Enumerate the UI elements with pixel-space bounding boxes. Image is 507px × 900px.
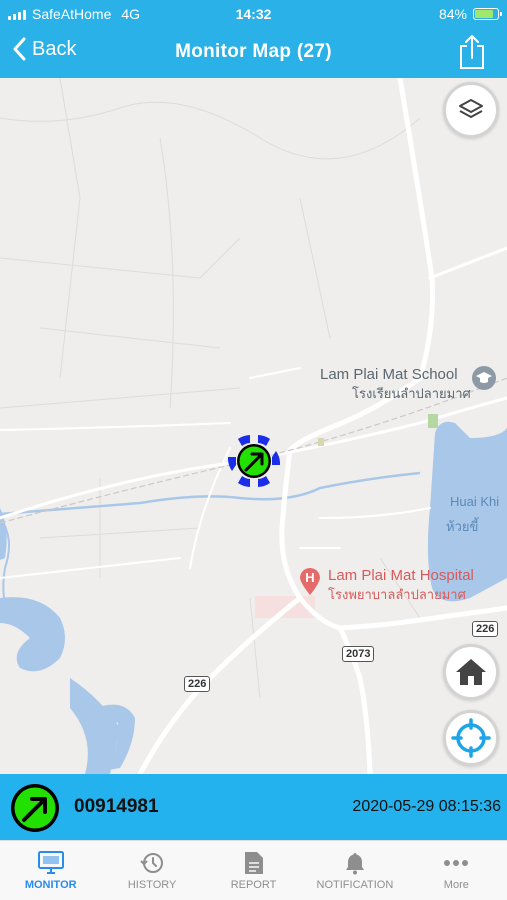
tab-report[interactable]: REPORT — [203, 841, 304, 900]
battery-icon — [473, 8, 502, 20]
water-name-th: ห้วยขี้ — [446, 519, 479, 534]
history-icon — [140, 853, 164, 873]
report-icon — [244, 852, 263, 874]
hospital-poi[interactable]: Lam Plai Mat Hospital โรงพยาบาลลำปลายมาศ — [328, 567, 474, 605]
locate-button[interactable] — [443, 710, 499, 766]
hospital-marker-letter: H — [305, 570, 315, 585]
monitor-icon — [37, 851, 64, 874]
status-time: 14:32 — [235, 6, 272, 22]
school-name-th: โรงเรียนลำปลายมาศ — [352, 386, 471, 401]
map-base — [0, 78, 507, 774]
vehicle-info-bar[interactable]: 00914981 2020-05-29 08:15:36 — [0, 774, 507, 840]
crosshair-icon — [451, 718, 491, 758]
tab-monitor[interactable]: MONITOR — [0, 841, 101, 900]
map-view[interactable]: Lam Plai Mat School โรงเรียนลำปลายมาศ H … — [0, 78, 507, 774]
vehicle-id: 00914981 — [74, 796, 159, 817]
home-button[interactable] — [443, 644, 499, 700]
page-title: Monitor Map (27) — [175, 41, 332, 62]
water-name: Huai Khi — [450, 494, 500, 509]
share-button[interactable] — [459, 34, 485, 75]
vehicle-marker[interactable] — [227, 435, 281, 487]
more-icon — [444, 860, 469, 866]
bell-icon — [345, 853, 364, 875]
tab-notification[interactable]: NOTIFICATION — [304, 841, 405, 900]
tab-label: MONITOR — [24, 879, 77, 891]
road-shield: 226 — [184, 676, 211, 692]
vehicle-status-icon — [11, 784, 59, 832]
school-icon — [472, 366, 496, 390]
vehicle-timestamp: 2020-05-29 08:15:36 — [352, 798, 501, 815]
tab-label: REPORT — [230, 879, 277, 891]
tab-bar: MONITOR HISTORY REPORT NOTIFICATION More — [0, 840, 507, 900]
tab-history[interactable]: HISTORY — [101, 841, 202, 900]
status-bar: SafeAtHome 4G 14:32 84% — [0, 0, 507, 28]
battery-percent: 84% — [438, 6, 467, 22]
vehicle-arrow-icon — [227, 435, 281, 487]
road-shield: 2073 — [342, 646, 375, 662]
school-poi[interactable]: Lam Plai Mat School โรงเรียนลำปลายมาศ — [320, 366, 471, 404]
map-layers-button[interactable] — [443, 82, 499, 138]
share-icon — [460, 35, 484, 69]
tab-label: NOTIFICATION — [316, 879, 394, 891]
tab-more[interactable]: More — [406, 841, 507, 900]
battery-fill — [475, 10, 493, 18]
hospital-pin-icon[interactable]: H — [298, 566, 322, 596]
hospital-name: Lam Plai Mat Hospital — [328, 567, 474, 584]
status-right: 84% — [438, 6, 502, 22]
tab-label: More — [443, 879, 469, 891]
tab-label: HISTORY — [127, 879, 177, 891]
road-shield: 226 — [472, 621, 499, 637]
school-name: Lam Plai Mat School — [320, 366, 458, 383]
hospital-name-th: โรงพยาบาลลำปลายมาศ — [328, 587, 466, 602]
home-icon — [456, 659, 486, 685]
nav-bar: Back Monitor Map (27) — [0, 28, 507, 78]
layers-icon — [459, 99, 483, 118]
